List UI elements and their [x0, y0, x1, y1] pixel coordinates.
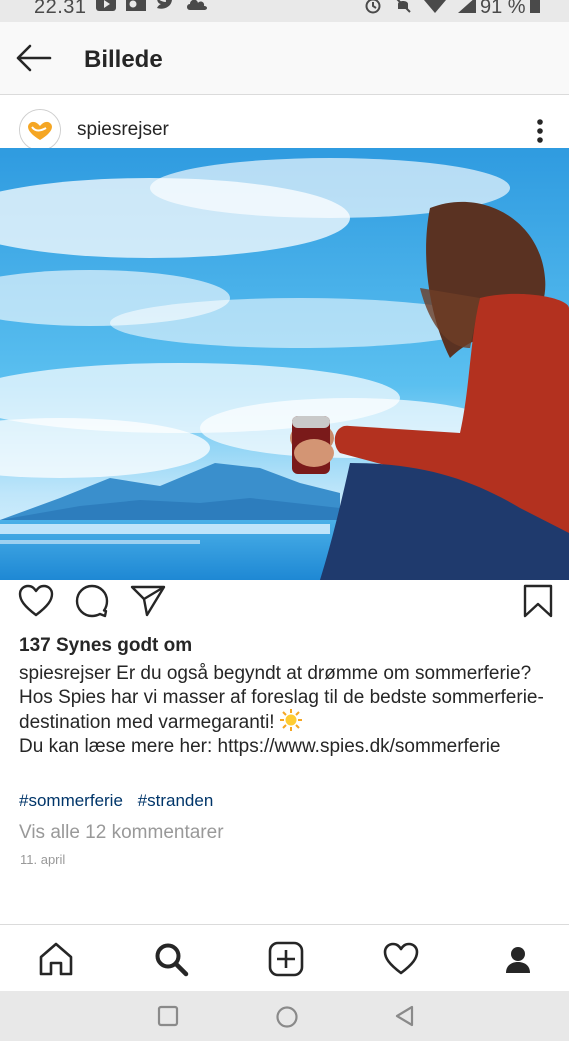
youtube-icon — [96, 0, 116, 11]
post-username[interactable]: spiesrejser — [77, 119, 169, 141]
home-circle-icon[interactable] — [275, 1005, 299, 1029]
caption-line-1: Er du også begyndt at drømme om sommerfe… — [116, 663, 532, 684]
like-heart-icon[interactable] — [18, 584, 54, 618]
hashtag-link[interactable]: #sommerferie — [19, 791, 123, 810]
bookmark-icon[interactable] — [523, 584, 553, 618]
arrow-left-icon[interactable] — [14, 42, 52, 74]
bottom-navigation — [0, 924, 569, 992]
page-title: Billede — [84, 46, 163, 73]
caption-line-4: Du kan læse mere her: https://www.spies.… — [19, 735, 501, 757]
profile-icon[interactable] — [503, 941, 533, 977]
recent-apps-icon[interactable] — [157, 1005, 179, 1027]
add-post-icon[interactable] — [268, 941, 304, 977]
avatar[interactable] — [19, 109, 61, 151]
wifi-icon — [424, 0, 446, 13]
more-vertical-icon[interactable] — [528, 116, 552, 146]
mute-icon — [396, 0, 411, 13]
post-caption: spiesrejser Er du også begyndt at drømme… — [19, 662, 559, 758]
post-date: 11. april — [20, 852, 66, 867]
battery-level: 91 % — [480, 0, 526, 18]
battery-icon — [530, 0, 540, 13]
like-count[interactable]: 137 Synes godt om — [19, 635, 192, 657]
system-navigation-bar — [0, 991, 569, 1041]
heart-icon[interactable] — [383, 941, 419, 977]
sun-emoji-icon — [279, 709, 302, 731]
status-time: 22.31 — [34, 0, 87, 18]
twitter-icon — [157, 0, 172, 9]
notification-icons — [96, 0, 208, 12]
caption-line-3: destination med varmegaranti! — [19, 712, 275, 733]
spies-heart-logo-icon — [20, 110, 60, 150]
share-send-icon[interactable] — [130, 584, 166, 618]
post-image[interactable] — [0, 148, 569, 580]
outlook-icon — [126, 0, 146, 11]
post-actions — [0, 580, 569, 630]
back-triangle-icon[interactable] — [394, 1005, 416, 1027]
status-bar: 22.31 91 % — [0, 0, 569, 22]
comment-icon[interactable] — [75, 584, 109, 618]
view-comments-link[interactable]: Vis alle 12 kommentarer — [19, 822, 224, 844]
signal-icon — [458, 0, 476, 13]
hashtag-link[interactable]: #stranden — [138, 791, 214, 810]
system-status-icons — [364, 0, 476, 14]
search-icon[interactable] — [153, 941, 189, 977]
screen: 22.31 91 % Billede spiesrejser 137 Synes… — [0, 0, 569, 1041]
alarm-icon — [365, 0, 381, 14]
post-header: spiesrejser — [0, 96, 569, 151]
hashtags: #sommerferie #stranden — [19, 791, 223, 811]
home-icon[interactable] — [38, 941, 74, 977]
cloud-icon — [187, 0, 207, 10]
app-header: Billede — [0, 22, 569, 95]
caption-line-2: Hos Spies har vi masser af foreslag til … — [19, 686, 544, 708]
caption-username[interactable]: spiesrejser — [19, 663, 111, 684]
